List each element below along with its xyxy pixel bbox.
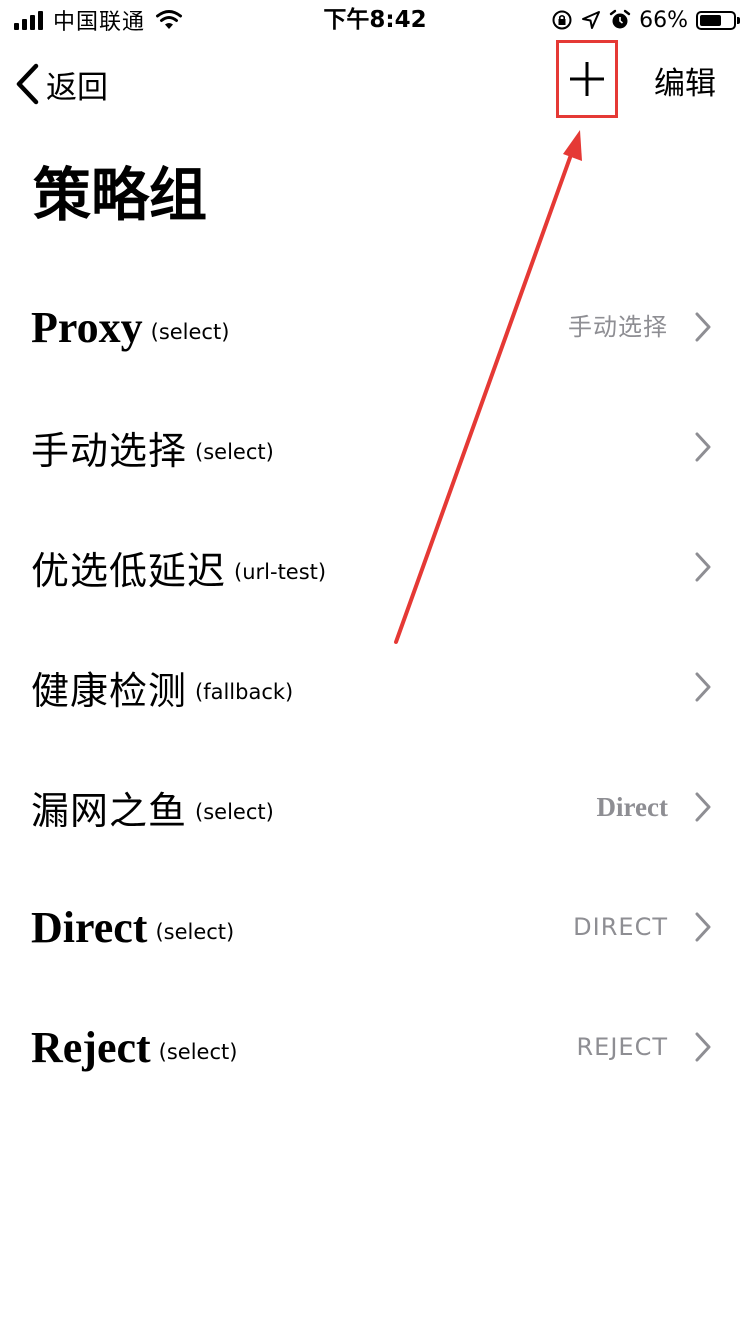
policy-group-list: Proxy (select) 手动选择 手动选择 (select) 优选低延迟 …: [0, 267, 750, 1107]
group-selected-value: Direct: [596, 792, 668, 822]
group-type: (select): [158, 1040, 238, 1064]
group-name: Proxy: [31, 302, 143, 352]
group-name: 健康检测: [31, 668, 188, 713]
orientation-lock-icon: [552, 10, 572, 30]
group-name: 手动选择: [31, 428, 188, 473]
group-row-health-check[interactable]: 健康检测 (fallback): [0, 627, 750, 747]
status-right: 66%: [551, 4, 740, 36]
group-type: (select): [195, 440, 274, 464]
group-selected-value: 手动选择: [568, 313, 668, 341]
location-icon: [582, 11, 601, 29]
plus-icon: [570, 62, 604, 96]
group-type: (select): [150, 320, 230, 344]
group-type: (fallback): [195, 680, 294, 704]
chevron-right-icon: [695, 432, 711, 462]
chevron-right-icon: [695, 912, 711, 942]
group-selected-value: DIRECT: [573, 913, 668, 941]
chevron-left-icon: [16, 63, 39, 105]
group-name: 优选低延迟: [31, 548, 227, 593]
battery-percent: 66%: [639, 7, 688, 33]
group-name: Reject: [31, 1022, 151, 1072]
group-name: 漏网之鱼: [31, 788, 188, 833]
chevron-right-icon: [695, 552, 711, 582]
group-name: Direct: [31, 902, 148, 952]
group-type: (select): [195, 800, 274, 824]
battery-icon: [696, 10, 740, 30]
group-row-reject[interactable]: Reject (select) REJECT: [0, 987, 750, 1107]
group-type: (select): [155, 920, 235, 944]
edit-button[interactable]: 编辑: [654, 60, 716, 108]
back-label: 返回: [46, 69, 108, 106]
group-row-manual-select[interactable]: 手动选择 (select): [0, 387, 750, 507]
chevron-right-icon: [695, 792, 711, 822]
chevron-right-icon: [695, 1032, 711, 1062]
group-type: (url-test): [234, 560, 327, 584]
status-bar: 中国联通 下午8:42 66%: [0, 0, 750, 40]
group-row-proxy[interactable]: Proxy (select) 手动选择: [0, 267, 750, 387]
group-selected-value: REJECT: [576, 1033, 668, 1061]
chevron-right-icon: [695, 312, 711, 342]
back-button[interactable]: 返回: [14, 60, 108, 108]
group-row-final[interactable]: 漏网之鱼 (select) Direct: [0, 747, 750, 867]
alarm-icon: [609, 9, 631, 29]
battery-level: [700, 14, 721, 26]
group-row-direct[interactable]: Direct (select) DIRECT: [0, 867, 750, 987]
page-title: 策略组: [33, 161, 208, 229]
add-group-button[interactable]: [556, 40, 618, 118]
group-row-low-latency[interactable]: 优选低延迟 (url-test): [0, 507, 750, 627]
chevron-right-icon: [695, 672, 711, 702]
